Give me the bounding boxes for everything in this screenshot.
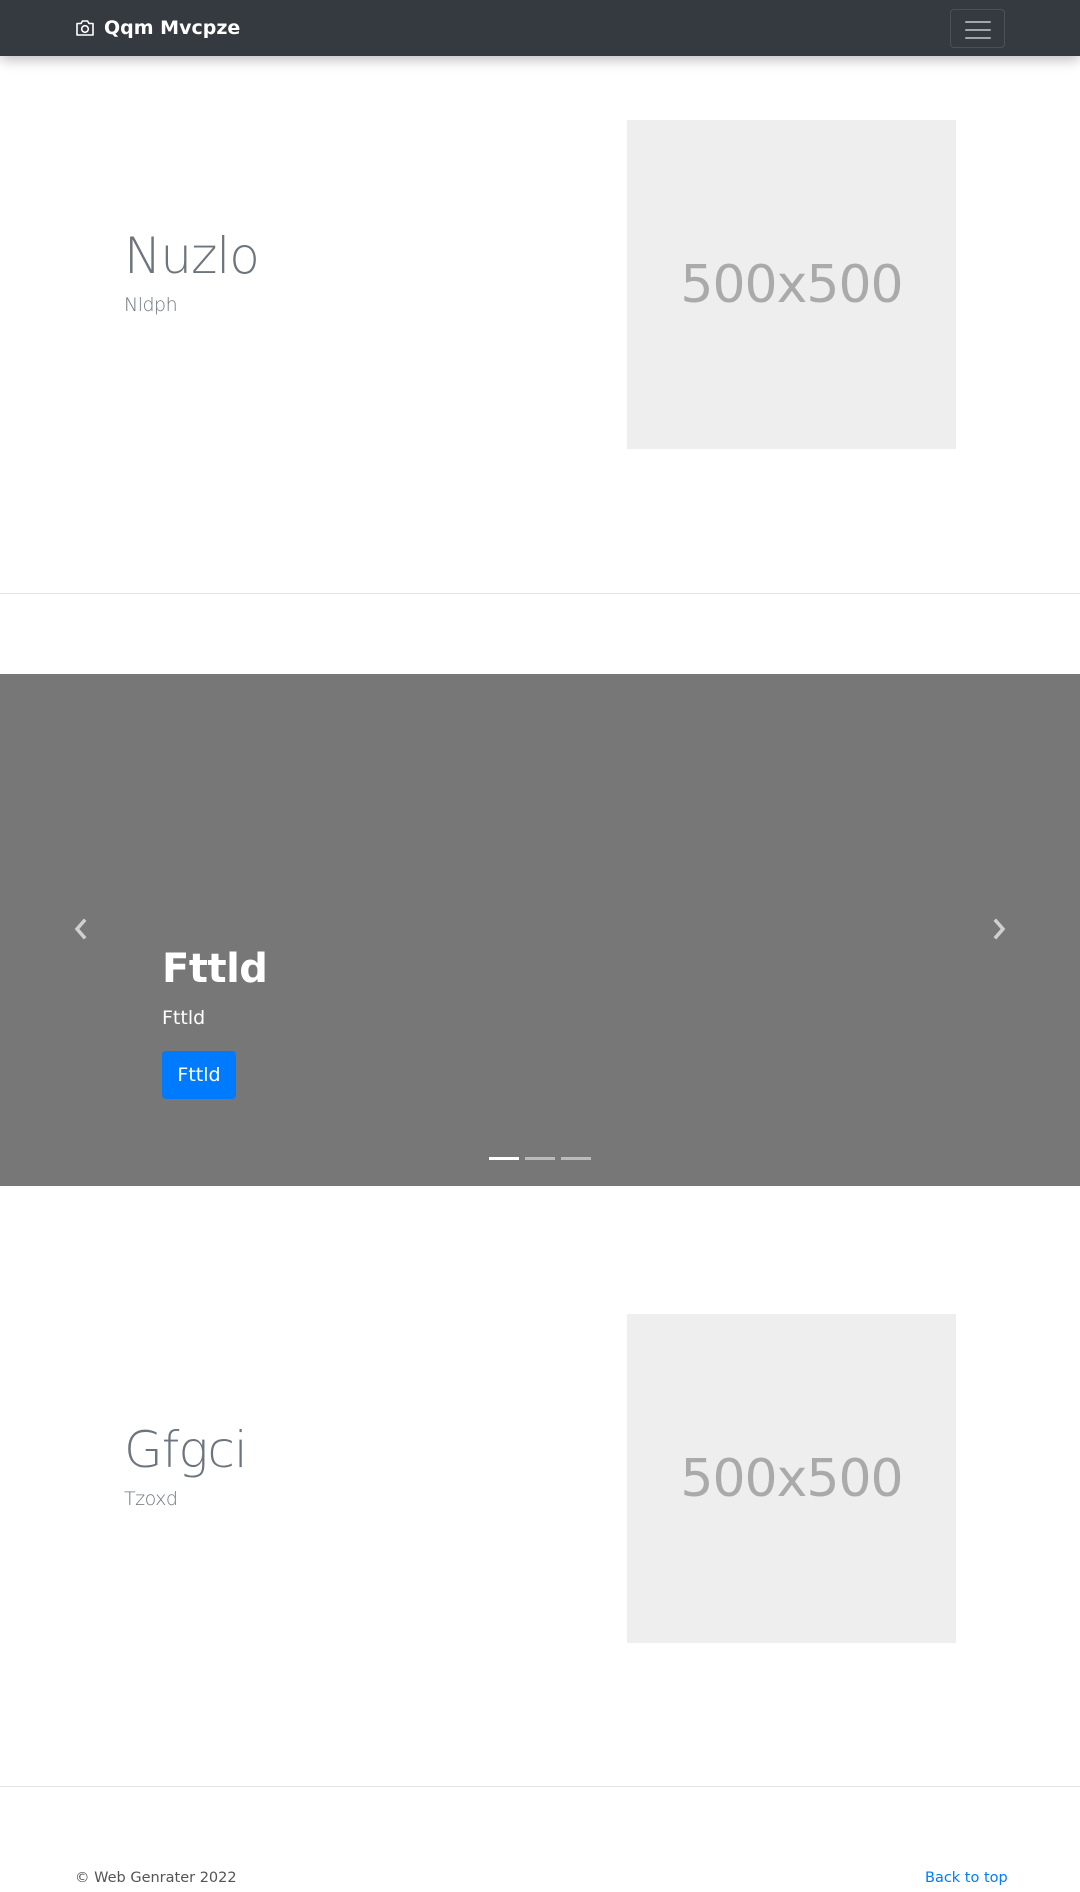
carousel: Fttld Fttld Fttld	[0, 674, 1080, 1186]
feature-image-placeholder: 500x500	[627, 1314, 956, 1643]
carousel-caption-subtitle: Fttld	[162, 1007, 206, 1029]
chevron-left-icon[interactable]	[66, 914, 96, 944]
section-divider	[0, 593, 1080, 594]
carousel-indicator-2[interactable]	[525, 1157, 555, 1160]
back-to-top-link[interactable]: Back to top	[925, 1870, 1008, 1886]
feature-title: Gfgci	[124, 1421, 248, 1479]
carousel-cta-button[interactable]: Fttld	[162, 1051, 236, 1099]
feature-section-1: Nuzlo Nldph 500x500	[0, 56, 1080, 593]
brand-link[interactable]: Qqm Mvcpze	[75, 14, 240, 42]
feature-section-2: Gfgci Tzoxd 500x500	[0, 1186, 1080, 1786]
feature-image-placeholder: 500x500	[627, 120, 956, 449]
brand-name: Qqm Mvcpze	[104, 17, 241, 39]
carousel-indicators	[489, 1157, 591, 1163]
feature-title: Nuzlo	[124, 227, 260, 285]
navbar-toggler-button[interactable]	[950, 9, 1005, 48]
feature-subtitle: Nldph	[124, 294, 178, 316]
placeholder-label: 500x500	[680, 1448, 903, 1509]
hamburger-menu-icon	[965, 21, 991, 39]
chevron-right-icon[interactable]	[984, 914, 1014, 944]
carousel-caption-title: Fttld	[162, 946, 268, 992]
camera-icon	[76, 20, 94, 36]
carousel-indicator-3[interactable]	[561, 1157, 591, 1160]
section-divider	[0, 1786, 1080, 1787]
footer-copyright: © Web Genrater 2022	[75, 1870, 237, 1886]
carousel-indicator-1[interactable]	[489, 1157, 519, 1160]
feature-subtitle: Tzoxd	[124, 1488, 178, 1510]
navbar: Qqm Mvcpze	[0, 0, 1080, 56]
placeholder-label: 500x500	[680, 254, 903, 315]
